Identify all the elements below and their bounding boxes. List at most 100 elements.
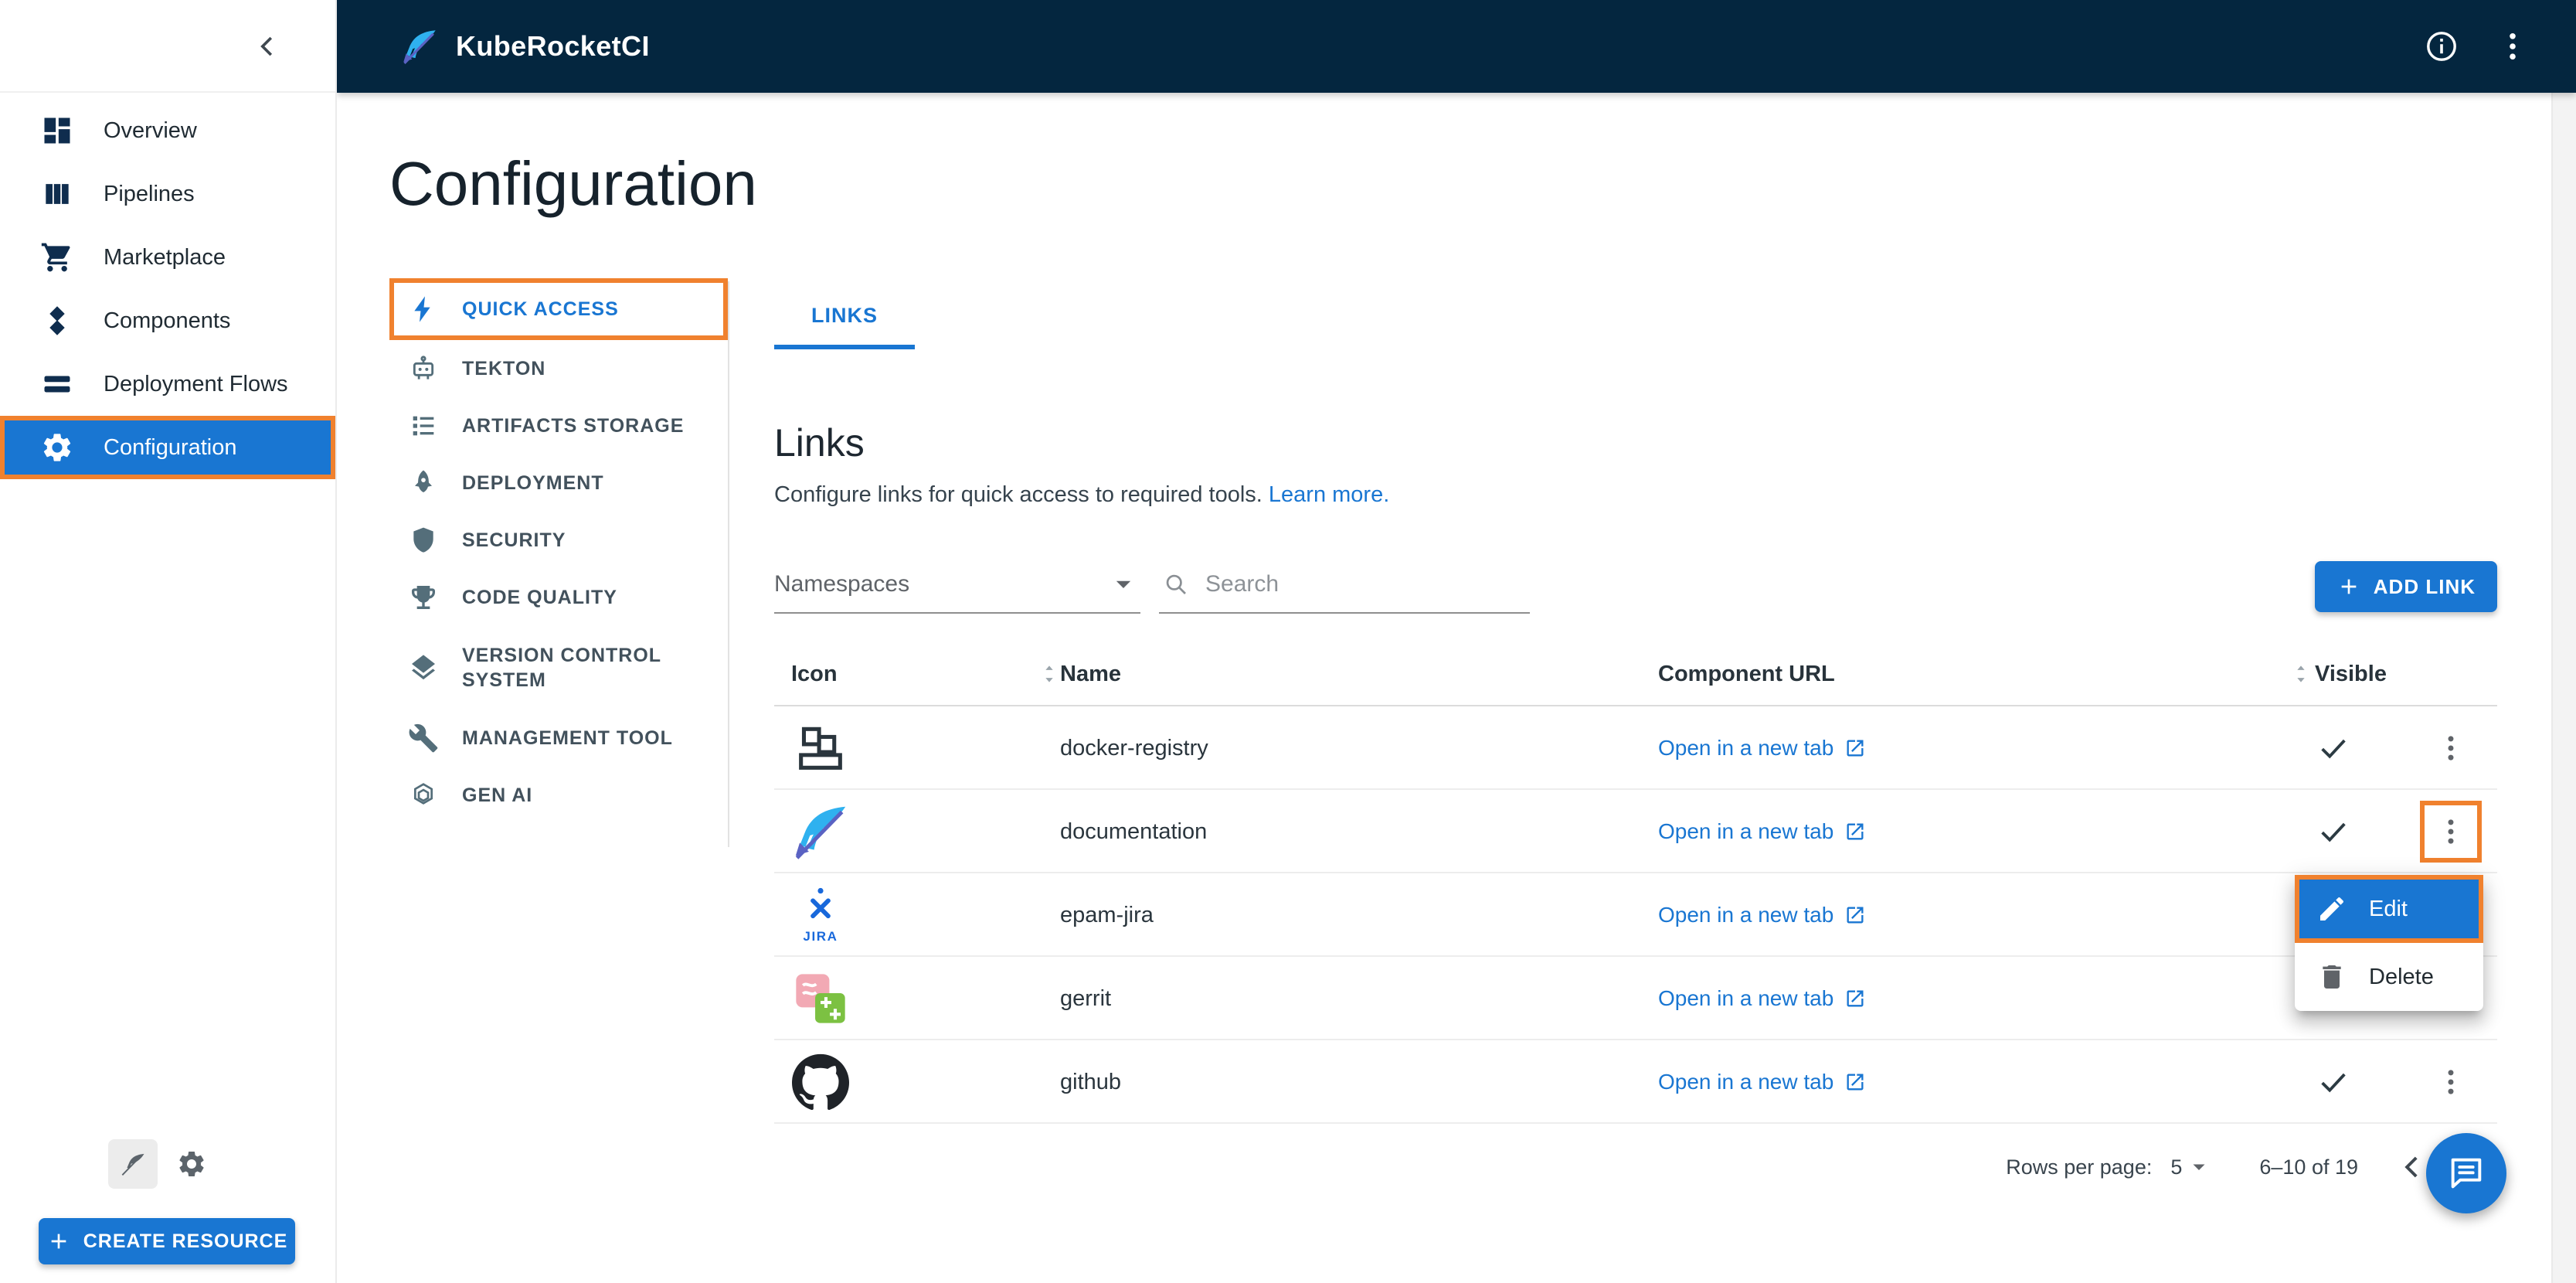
- pagination-range: 6–10 of 19: [2259, 1155, 2358, 1179]
- sidebar-item-label: Deployment Flows: [104, 371, 288, 396]
- github-icon: [788, 1051, 853, 1113]
- theme-pen-button[interactable]: [108, 1139, 158, 1189]
- external-link-icon: [1844, 821, 1866, 842]
- kuberocketci-logo-feather-icon: [399, 26, 440, 67]
- jira-icon: JIRA: [788, 884, 853, 946]
- visible-check-icon: [2316, 815, 2350, 849]
- external-link-icon: [1844, 737, 1866, 759]
- column-header-visible[interactable]: Visible: [2315, 642, 2387, 706]
- table-header: Icon Name Component URL Visible: [774, 642, 2497, 706]
- sidebar-item-configuration[interactable]: Configuration: [0, 416, 335, 479]
- open-in-new-tab-link[interactable]: Open in a new tab: [1658, 790, 1866, 873]
- chevron-left-icon: [2394, 1149, 2431, 1186]
- config-nav-deployment[interactable]: DEPLOYMENT: [389, 454, 728, 512]
- column-header-component-url[interactable]: Component URL: [1658, 642, 1835, 706]
- robot-icon: [408, 353, 439, 384]
- link-name: github: [1060, 1069, 1122, 1094]
- config-nav-tekton[interactable]: TEKTON: [389, 340, 728, 397]
- sidebar: Overview Pipelines Marketplace Component…: [0, 0, 337, 1283]
- kuberocketci-feather-icon: [788, 801, 853, 863]
- row-actions-button[interactable]: [2423, 1054, 2479, 1110]
- config-nav-gen-ai[interactable]: GEN AI: [389, 767, 728, 824]
- chat-fab-button[interactable]: [2426, 1133, 2506, 1213]
- sidebar-item-deployment-flows[interactable]: Deployment Flows: [0, 352, 335, 416]
- shield-icon: [408, 525, 439, 556]
- sort-icon[interactable]: [1037, 662, 1062, 686]
- column-header-icon[interactable]: Icon: [791, 642, 838, 706]
- pencil-icon: [2316, 893, 2347, 924]
- create-resource-button[interactable]: CREATE RESOURCE: [39, 1218, 295, 1264]
- topbar-actions: [2418, 23, 2536, 70]
- tab-links[interactable]: LINKS: [774, 281, 915, 349]
- chevron-left-icon: [250, 29, 284, 63]
- settings-gear-button[interactable]: [167, 1139, 216, 1189]
- sidebar-item-marketplace[interactable]: Marketplace: [0, 226, 335, 289]
- gear-icon: [176, 1149, 207, 1179]
- menu-item-delete[interactable]: Delete: [2295, 943, 2483, 1011]
- add-link-button[interactable]: ADD LINK: [2314, 561, 2497, 612]
- row-actions-button[interactable]: [2423, 804, 2479, 859]
- row-context-menu: Edit Delete: [2295, 875, 2483, 1011]
- open-in-new-tab-link[interactable]: Open in a new tab: [1658, 706, 1866, 790]
- info-button[interactable]: [2418, 23, 2465, 70]
- main-content: Configuration QUICK ACCESS TEKTON ARTIFA…: [337, 93, 2576, 1283]
- chevron-down-icon: [2185, 1153, 2213, 1181]
- search-icon: [1162, 570, 1190, 598]
- scrollbar[interactable]: [2551, 93, 2576, 1283]
- sidebar-item-label: Pipelines: [104, 181, 195, 206]
- dashboard-icon: [40, 114, 74, 148]
- sidebar-item-pipelines[interactable]: Pipelines: [0, 162, 335, 226]
- menu-item-edit[interactable]: Edit: [2295, 875, 2483, 943]
- components-icon: [40, 304, 74, 338]
- app-logo: KubeRocketCI: [399, 26, 650, 67]
- pagination: Rows per page: 5 6–10 of 19: [2006, 1138, 2497, 1196]
- subnav-divider: [728, 281, 729, 847]
- table-row: gerrit Open in a new tab: [774, 957, 2497, 1040]
- storage-list-icon: [408, 410, 439, 441]
- search-box: [1159, 556, 1530, 614]
- table-row: documentation Open in a new tab: [774, 790, 2497, 873]
- sidebar-item-label: Components: [104, 308, 231, 333]
- sidebar-item-label: Marketplace: [104, 244, 226, 270]
- trophy-icon: [408, 582, 439, 613]
- sidebar-collapse-button[interactable]: [246, 25, 289, 68]
- kebab-menu-icon: [2434, 815, 2468, 849]
- plus-icon: [2336, 574, 2361, 599]
- links-heading: Links: [774, 421, 865, 465]
- namespaces-select[interactable]: Namespaces: [774, 556, 1140, 614]
- learn-more-link[interactable]: Learn more.: [1269, 482, 1389, 507]
- layers-icon: [408, 652, 439, 683]
- open-in-new-tab-link[interactable]: Open in a new tab: [1658, 873, 1866, 957]
- sidebar-footer-tools: [108, 1139, 216, 1189]
- config-nav-quick-access[interactable]: QUICK ACCESS: [389, 278, 728, 340]
- config-nav-artifacts-storage[interactable]: ARTIFACTS STORAGE: [389, 397, 728, 454]
- chat-icon: [2446, 1153, 2486, 1193]
- deployment-flows-icon: [40, 367, 74, 401]
- table-row: github Open in a new tab: [774, 1040, 2497, 1124]
- topbar-menu-button[interactable]: [2489, 23, 2536, 70]
- sidebar-item-overview[interactable]: Overview: [0, 99, 335, 162]
- config-nav-security[interactable]: SECURITY: [389, 512, 728, 569]
- bolt-icon: [408, 294, 439, 325]
- config-nav-code-quality[interactable]: CODE QUALITY: [389, 569, 728, 626]
- config-nav-management-tool[interactable]: MANAGEMENT TOOL: [389, 710, 728, 767]
- sort-icon[interactable]: [2289, 662, 2313, 686]
- link-name: documentation: [1060, 818, 1208, 844]
- pipelines-icon: [40, 177, 74, 211]
- rows-per-page-label: Rows per page:: [2006, 1155, 2153, 1179]
- external-link-icon: [1844, 1071, 1866, 1093]
- row-actions-button[interactable]: [2423, 720, 2479, 776]
- column-header-name[interactable]: Name: [1060, 642, 1121, 706]
- search-input[interactable]: [1205, 571, 1527, 597]
- config-nav-version-control-system[interactable]: VERSION CONTROL SYSTEM: [389, 626, 728, 710]
- sidebar-item-components[interactable]: Components: [0, 289, 335, 352]
- kebab-menu-icon: [2494, 28, 2531, 65]
- genai-icon: [408, 780, 439, 811]
- visible-check-icon: [2316, 731, 2350, 765]
- open-in-new-tab-link[interactable]: Open in a new tab: [1658, 1040, 1866, 1124]
- sidebar-item-label: Configuration: [104, 434, 237, 460]
- rows-per-page-select[interactable]: 5: [2170, 1153, 2213, 1181]
- external-link-icon: [1844, 904, 1866, 926]
- open-in-new-tab-link[interactable]: Open in a new tab: [1658, 957, 1866, 1040]
- links-description: Configure links for quick access to requ…: [774, 482, 1390, 507]
